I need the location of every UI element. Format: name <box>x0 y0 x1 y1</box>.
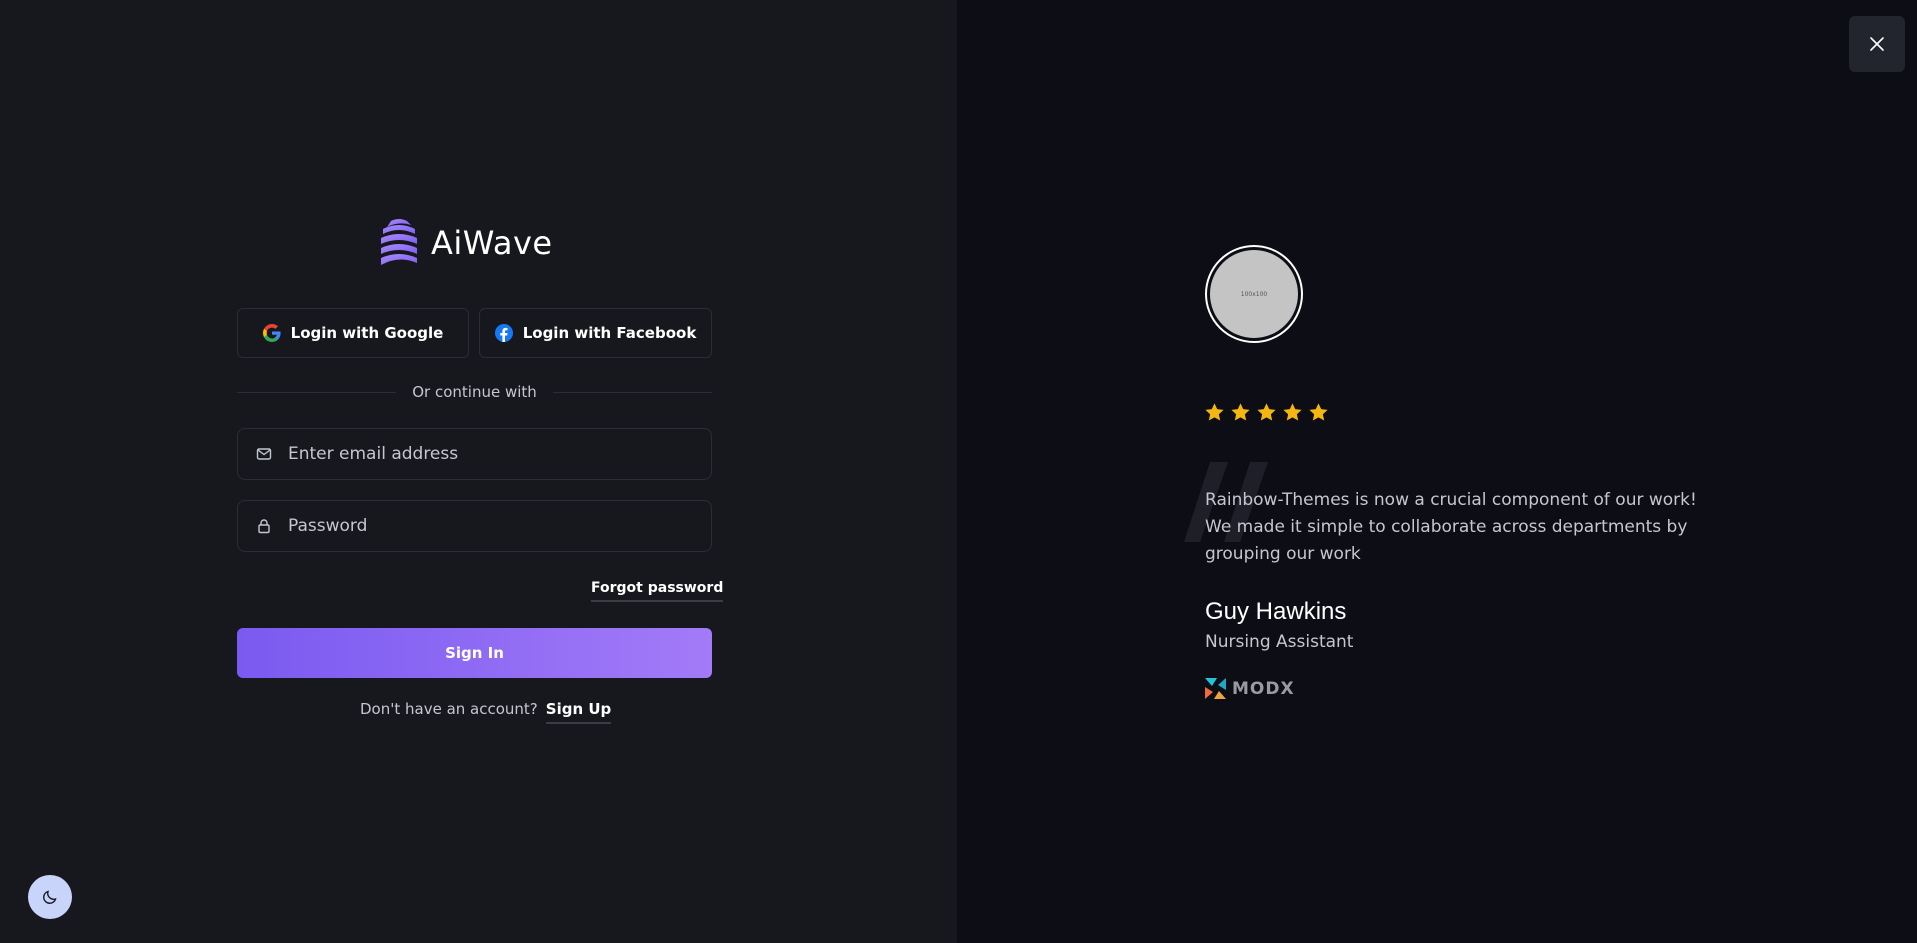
brand-name: AiWave <box>431 224 553 262</box>
star-icon <box>1231 403 1250 421</box>
or-divider: Or continue with <box>237 382 712 402</box>
sign-up-link[interactable]: Sign Up <box>545 700 612 724</box>
company-name: MODX <box>1232 678 1295 699</box>
moon-icon <box>43 890 57 904</box>
sign-in-button[interactable]: Sign In <box>237 628 712 678</box>
login-facebook-label: Login with Facebook <box>522 324 697 342</box>
testimonial-line: grouping our work <box>1205 544 1361 564</box>
lock-icon <box>258 519 270 534</box>
mail-icon <box>256 448 272 460</box>
email-field[interactable] <box>237 428 712 480</box>
brand-logo[interactable]: AiWave <box>377 217 553 269</box>
google-icon <box>262 324 281 342</box>
divider-text: Or continue with <box>412 383 537 401</box>
testimonial-line: Rainbow-Themes is now a crucial componen… <box>1205 490 1697 510</box>
avatar: 100x100 <box>1205 245 1303 343</box>
login-google-label: Login with Google <box>290 324 444 342</box>
reviewer-title: Nursing Assistant <box>1205 632 1354 652</box>
forgot-password-link[interactable]: Forgot password <box>591 580 724 602</box>
divider-line-left <box>237 391 397 393</box>
testimonial-panel <box>957 0 1917 943</box>
login-panel: AiWave Login with Google Login with Face… <box>0 0 957 943</box>
login-google-button[interactable]: Login with Google <box>237 308 469 358</box>
reviewer-name: Guy Hawkins <box>1205 598 1347 625</box>
password-field[interactable] <box>237 500 712 552</box>
testimonial-text: Rainbow-Themes is now a crucial componen… <box>1205 487 1697 568</box>
modx-logo-icon <box>1205 678 1226 699</box>
theme-toggle-button[interactable] <box>28 875 72 919</box>
email-input[interactable] <box>288 444 711 464</box>
testimonial-line: We made it simple to collaborate across … <box>1205 517 1688 537</box>
star-icon <box>1257 403 1276 421</box>
company-logo: MODX <box>1205 678 1295 699</box>
star-icon <box>1283 403 1302 421</box>
close-button[interactable] <box>1849 16 1905 72</box>
divider-line-right <box>552 391 712 393</box>
login-facebook-button[interactable]: Login with Facebook <box>479 308 712 358</box>
avatar-image: 100x100 <box>1210 250 1298 338</box>
aiwave-logo-icon <box>381 219 417 265</box>
signup-prompt-text: Don't have an account? <box>360 700 538 718</box>
password-input[interactable] <box>288 516 711 536</box>
signup-prompt: Don't have an account? Sign Up <box>360 700 612 724</box>
facebook-icon <box>494 324 513 342</box>
close-icon <box>1870 37 1884 51</box>
star-icon <box>1205 403 1224 421</box>
star-rating <box>1204 402 1329 423</box>
star-icon <box>1309 403 1328 421</box>
